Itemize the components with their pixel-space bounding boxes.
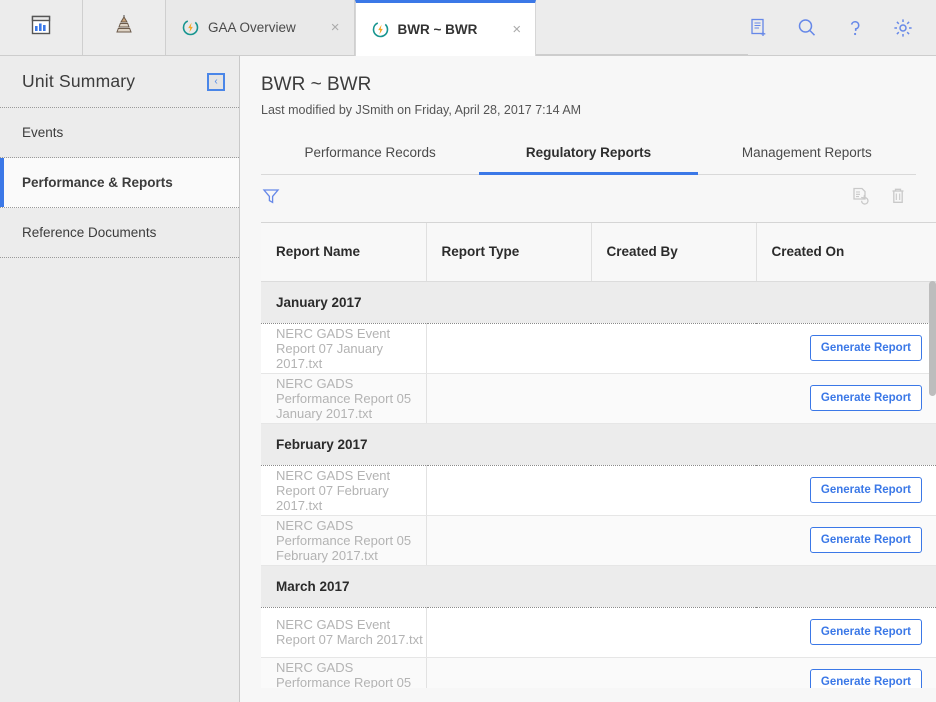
reports-table-container: Report Name Report Type Created By Creat… — [261, 222, 936, 688]
tab-gaa-overview[interactable]: GAA Overview × — [166, 0, 355, 55]
generate-report-button[interactable]: Generate Report — [809, 335, 922, 361]
tab-label: GAA Overview — [208, 20, 296, 35]
settings-gear-icon[interactable] — [892, 17, 914, 39]
column-header-report-type[interactable]: Report Type — [426, 223, 592, 282]
cell-actions: Generate Report — [426, 465, 936, 516]
regenerate-report-icon — [850, 186, 870, 211]
cell-actions: Generate Report — [426, 657, 936, 688]
close-icon[interactable]: × — [486, 22, 521, 37]
table-row[interactable]: NERC GADS Event Report 07 January 2017.t… — [261, 323, 936, 374]
table-toolbar — [261, 175, 916, 222]
column-header-report-name[interactable]: Report Name — [261, 223, 427, 282]
group-label: February 2017 — [261, 423, 936, 466]
tab-performance-records[interactable]: Performance Records — [261, 131, 479, 174]
new-document-icon[interactable] — [748, 17, 770, 39]
cell-report-name: NERC GADS Event Report 07 January 2017.t… — [261, 323, 427, 374]
tab-strip: GAA Overview × BWR ~ BWR × — [166, 0, 537, 56]
group-header-row: January 2017 — [261, 281, 936, 324]
sidebar-item-label: Events — [22, 125, 64, 140]
cell-actions: Generate Report — [426, 373, 936, 424]
sidebar-item-reference-documents[interactable]: Reference Documents — [0, 208, 239, 258]
cell-actions: Generate Report — [426, 515, 936, 566]
cell-report-name: NERC GADS Event Report 07 February 2017.… — [261, 465, 427, 516]
reports-table: Report Name Report Type Created By Creat… — [261, 223, 936, 688]
scrollbar-thumb[interactable] — [929, 281, 936, 396]
dashboard-icon — [30, 14, 52, 41]
tab-label: Regulatory Reports — [525, 145, 652, 160]
cell-report-name: NERC GADS Performance Report 05 February… — [261, 515, 427, 566]
generate-report-button[interactable]: Generate Report — [809, 477, 922, 503]
column-header-created-by[interactable]: Created By — [591, 223, 757, 282]
table-row[interactable]: NERC GADS Performance Report 05 February… — [261, 515, 936, 566]
column-header-created-on[interactable]: Created On — [756, 223, 936, 282]
cell-actions: Generate Report — [426, 607, 936, 658]
sidebar-title: Unit Summary — [22, 71, 136, 91]
tab-label: BWR ~ BWR — [397, 22, 478, 37]
group-label: January 2017 — [261, 281, 936, 324]
toolbar-right-actions — [850, 186, 916, 211]
top-bar: GAA Overview × BWR ~ BWR × — [0, 0, 936, 56]
table-row[interactable]: NERC GADS Event Report 07 March 2017.txt… — [261, 607, 936, 658]
tab-management-reports[interactable]: Management Reports — [698, 131, 916, 174]
generate-report-button[interactable]: Generate Report — [809, 619, 922, 645]
tab-label: Performance Records — [304, 145, 436, 160]
generate-report-button[interactable]: Generate Report — [809, 527, 922, 553]
sidebar-item-performance-reports[interactable]: Performance & Reports — [0, 158, 239, 208]
sidebar-collapse-button[interactable]: ‹ — [207, 72, 225, 91]
sidebar-item-events[interactable]: Events — [0, 108, 239, 158]
sidebar: Unit Summary ‹ Events Performance & Repo… — [0, 56, 240, 702]
table-header-row: Report Name Report Type Created By Creat… — [261, 223, 936, 282]
generate-report-button[interactable]: Generate Report — [809, 669, 922, 688]
top-actions — [748, 0, 936, 55]
sidebar-header: Unit Summary ‹ — [0, 56, 239, 108]
cell-report-name: NERC GADS Performance Report 05 March 20… — [261, 657, 427, 688]
generate-report-button[interactable]: Generate Report — [809, 385, 922, 411]
asset-bolt-icon — [372, 21, 389, 38]
cell-report-name: NERC GADS Performance Report 05 January … — [261, 373, 427, 424]
main-content: BWR ~ BWR Last modified by JSmith on Fri… — [241, 56, 936, 702]
cell-report-name: NERC GADS Event Report 07 March 2017.txt — [261, 607, 427, 658]
group-header-row: February 2017 — [261, 423, 936, 466]
tab-bwr[interactable]: BWR ~ BWR × — [354, 0, 537, 56]
asset-bolt-icon — [182, 19, 199, 36]
page-subtitle: Last modified by JSmith on Friday, April… — [261, 103, 582, 117]
table-row[interactable]: NERC GADS Performance Report 05 January … — [261, 373, 936, 424]
search-icon[interactable] — [796, 17, 818, 39]
topbar-spacer — [536, 0, 748, 55]
tab-label: Management Reports — [741, 145, 872, 160]
group-header-row: March 2017 — [261, 565, 936, 608]
page-title: BWR ~ BWR — [261, 74, 372, 95]
sidebar-item-label: Performance & Reports — [22, 175, 173, 190]
tab-regulatory-reports[interactable]: Regulatory Reports — [479, 131, 698, 175]
dashboard-button[interactable] — [0, 0, 83, 55]
close-icon[interactable]: × — [305, 20, 340, 35]
delete-trash-icon — [888, 186, 908, 211]
table-row[interactable]: NERC GADS Performance Report 05 March 20… — [261, 657, 936, 688]
page-header: BWR ~ BWR Last modified by JSmith on Fri… — [241, 56, 936, 117]
content-tabs: Performance Records Regulatory Reports M… — [261, 131, 916, 175]
hierarchy-button[interactable] — [83, 0, 166, 55]
filter-funnel-icon[interactable] — [261, 186, 281, 211]
hierarchy-pyramid-icon — [112, 13, 136, 42]
table-row[interactable]: NERC GADS Event Report 07 February 2017.… — [261, 465, 936, 516]
help-icon[interactable] — [844, 17, 866, 39]
group-label: March 2017 — [261, 565, 936, 608]
table-scrollbar[interactable] — [928, 281, 936, 688]
sidebar-item-label: Reference Documents — [22, 225, 157, 240]
cell-actions: Generate Report — [426, 323, 936, 374]
